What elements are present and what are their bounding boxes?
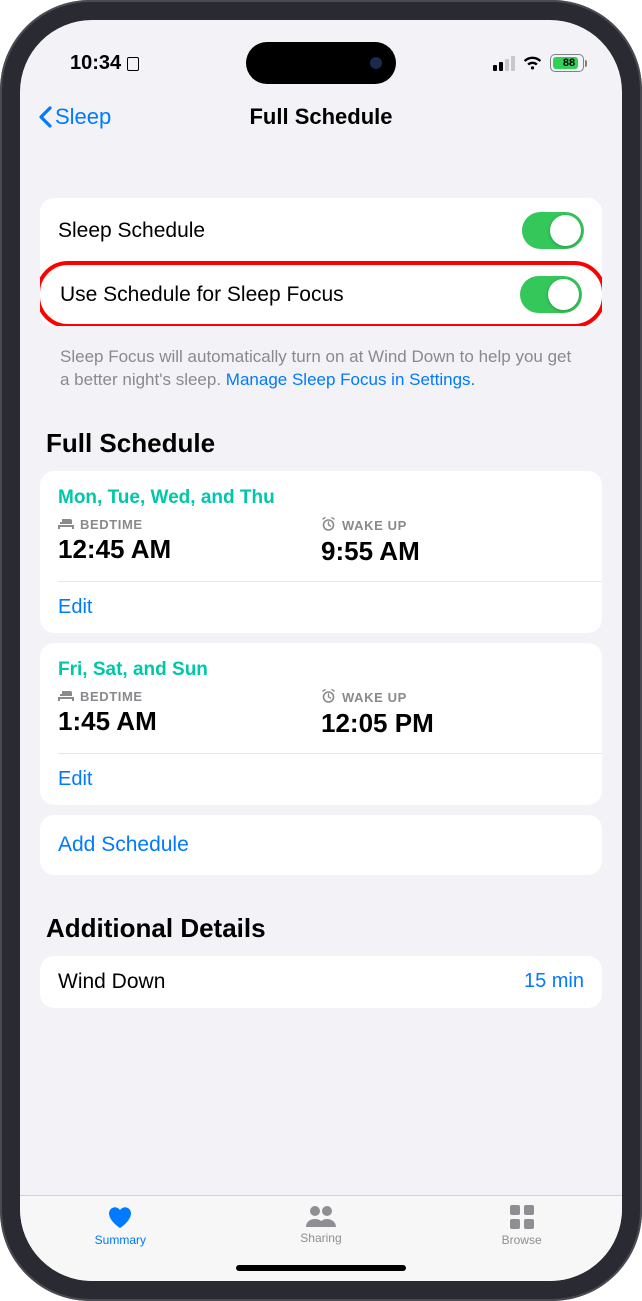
schedule-days: Mon, Tue, Wed, and Thu <box>40 471 602 517</box>
status-time: 10:34 <box>70 52 121 75</box>
focus-footer-text: Sleep Focus will automatically turn on a… <box>40 336 602 400</box>
add-schedule-card: Add Schedule <box>40 815 602 875</box>
additional-details-header: Additional Details <box>40 885 602 956</box>
alarm-icon <box>321 689 336 706</box>
schedule-card-1: Fri, Sat, and Sun BEDTIME 1:45 AM <box>40 643 602 805</box>
schedule-days: Fri, Sat, and Sun <box>40 643 602 689</box>
bedtime-label: BEDTIME <box>58 517 321 532</box>
wind-down-value: 15 min <box>524 970 584 993</box>
tab-summary[interactable]: Summary <box>21 1204 220 1247</box>
wakeup-label: WAKE UP <box>321 517 584 534</box>
back-button[interactable]: Sleep <box>38 104 111 130</box>
tab-browse[interactable]: Browse <box>422 1204 621 1247</box>
full-schedule-header: Full Schedule <box>40 400 602 471</box>
wakeup-value: 9:55 AM <box>321 536 584 567</box>
wakeup-value: 12:05 PM <box>321 708 584 739</box>
heart-icon <box>106 1204 134 1230</box>
bed-icon <box>58 517 74 532</box>
nav-bar: Sleep Full Schedule <box>20 90 622 144</box>
sleep-schedule-row: Sleep Schedule <box>40 198 602 263</box>
wifi-icon <box>522 56 543 71</box>
alarm-icon <box>321 517 336 534</box>
wakeup-label: WAKE UP <box>321 689 584 706</box>
dynamic-island <box>246 42 396 84</box>
sleep-focus-row: Use Schedule for Sleep Focus <box>40 265 602 324</box>
cellular-icon <box>493 56 515 71</box>
page-title: Full Schedule <box>249 104 392 130</box>
wind-down-label: Wind Down <box>58 970 165 994</box>
add-schedule-button[interactable]: Add Schedule <box>40 815 602 875</box>
bed-icon <box>58 689 74 704</box>
tab-label: Browse <box>502 1233 542 1247</box>
battery-icon: 88 <box>550 54 584 72</box>
toggles-card: Sleep Schedule Use Schedule for Sleep Fo… <box>40 198 602 326</box>
tab-sharing[interactable]: Sharing <box>222 1204 421 1245</box>
edit-schedule-button[interactable]: Edit <box>40 754 602 805</box>
bedtime-value: 1:45 AM <box>58 706 321 737</box>
wind-down-row[interactable]: Wind Down 15 min <box>40 956 602 1008</box>
schedule-card-0: Mon, Tue, Wed, and Thu BEDTIME 12:45 AM <box>40 471 602 633</box>
tab-label: Sharing <box>300 1231 341 1245</box>
sleep-schedule-label: Sleep Schedule <box>58 219 205 243</box>
bedtime-label: BEDTIME <box>58 689 321 704</box>
back-label: Sleep <box>55 104 111 130</box>
manage-focus-link[interactable]: Manage Sleep Focus in Settings. <box>226 370 475 389</box>
sleep-schedule-toggle[interactable] <box>522 212 584 249</box>
highlight-annotation: Use Schedule for Sleep Focus <box>40 261 602 326</box>
edit-schedule-button[interactable]: Edit <box>40 582 602 633</box>
sleep-focus-label: Use Schedule for Sleep Focus <box>60 283 344 307</box>
sleep-focus-toggle[interactable] <box>520 276 582 313</box>
people-icon <box>304 1204 338 1228</box>
sim-icon <box>127 57 139 71</box>
home-indicator[interactable] <box>236 1265 406 1271</box>
bedtime-value: 12:45 AM <box>58 534 321 565</box>
wind-down-card: Wind Down 15 min <box>40 956 602 1008</box>
grid-icon <box>509 1204 535 1230</box>
tab-label: Summary <box>95 1233 146 1247</box>
